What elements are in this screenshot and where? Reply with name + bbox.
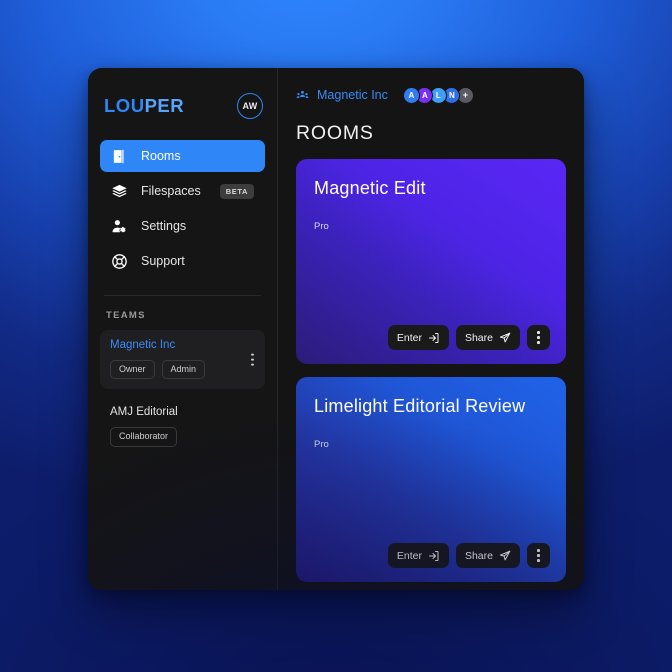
door-icon (111, 148, 128, 165)
logo-text-light: PER (144, 94, 185, 116)
page-title: ROOMS (296, 122, 374, 144)
share-button-label: Share (464, 331, 493, 344)
sidebar-nav: Rooms Filespaces BETA Settings Support (100, 140, 265, 277)
share-room-button[interactable]: Share (455, 325, 520, 350)
room-options-menu-icon[interactable] (527, 325, 550, 350)
room-card-magnetic-edit[interactable]: Magnetic Edit Pro Enter Share (296, 159, 566, 364)
enter-button-label: Enter (396, 331, 422, 344)
send-plane-icon (499, 332, 511, 344)
member-avatar[interactable]: A (402, 86, 420, 104)
team-name: Magnetic Inc (110, 339, 176, 351)
sidebar-item-label: Rooms (141, 149, 181, 163)
member-avatar-stack: A A L N + (402, 86, 474, 104)
room-actions: Enter Share (387, 543, 550, 568)
role-badge: Collaborator (110, 427, 178, 447)
sidebar-header: LOUPER AW (100, 84, 265, 124)
role-badge: Admin (161, 360, 206, 380)
share-button-label: Share (464, 549, 493, 562)
sidebar-item-label: Filespaces (141, 184, 201, 198)
org-bar: Magnetic Inc A A L N + (296, 84, 566, 106)
sidebar-item-settings[interactable]: Settings (100, 210, 265, 242)
team-options-menu-icon[interactable] (248, 350, 257, 369)
team-roles: Owner Admin (110, 360, 255, 380)
enter-door-icon (428, 550, 440, 562)
sidebar: LOUPER AW Rooms Filespaces BETA Settings… (88, 68, 278, 590)
enter-door-icon (428, 332, 440, 344)
lifebuoy-icon (111, 253, 128, 270)
sidebar-item-label: Settings (141, 219, 187, 233)
sidebar-item-label: Support (141, 254, 185, 268)
layers-icon (111, 183, 128, 200)
main-content: Magnetic Inc A A L N + ROOMS Magnetic Ed… (278, 68, 584, 590)
teams-heading: TEAMS (106, 310, 146, 321)
people-group-icon (296, 89, 309, 102)
share-room-button[interactable]: Share (455, 543, 520, 568)
enter-room-button[interactable]: Enter (387, 543, 449, 568)
user-gear-icon (111, 218, 128, 235)
sidebar-divider (104, 295, 261, 296)
team-item-magnetic-inc[interactable]: Magnetic Inc Owner Admin (100, 330, 265, 390)
team-name: AMJ Editorial (110, 406, 178, 419)
room-title: Limelight Editorial Review (314, 396, 526, 416)
enter-button-label: Enter (396, 549, 422, 562)
app-logo: LOUPER (104, 94, 185, 116)
sidebar-item-support[interactable]: Support (100, 245, 265, 277)
room-actions: Enter Share (387, 325, 550, 350)
room-plan-label: Pro (314, 221, 329, 232)
sidebar-item-rooms[interactable]: Rooms (100, 140, 265, 172)
team-roles: Collaborator (110, 427, 255, 447)
team-item-amj-editorial[interactable]: AMJ Editorial Collaborator (100, 397, 265, 456)
enter-room-button[interactable]: Enter (387, 325, 449, 350)
desktop-background: LOUPER AW Rooms Filespaces BETA Settings… (0, 0, 672, 672)
app-window: LOUPER AW Rooms Filespaces BETA Settings… (88, 68, 584, 590)
rooms-list: Magnetic Edit Pro Enter Share Limelight … (296, 159, 566, 582)
room-card-limelight-editorial-review[interactable]: Limelight Editorial Review Pro Enter Sha… (296, 377, 566, 582)
role-badge: Owner (110, 360, 155, 380)
sidebar-item-filespaces[interactable]: Filespaces BETA (100, 175, 265, 207)
send-plane-icon (499, 550, 511, 562)
logo-text-bold: LOU (104, 94, 145, 116)
beta-badge: BETA (219, 183, 254, 199)
room-plan-label: Pro (314, 439, 329, 450)
org-name[interactable]: Magnetic Inc (317, 88, 388, 102)
user-avatar[interactable]: AW (237, 93, 263, 119)
room-title: Magnetic Edit (314, 178, 426, 198)
room-options-menu-icon[interactable] (527, 543, 550, 568)
